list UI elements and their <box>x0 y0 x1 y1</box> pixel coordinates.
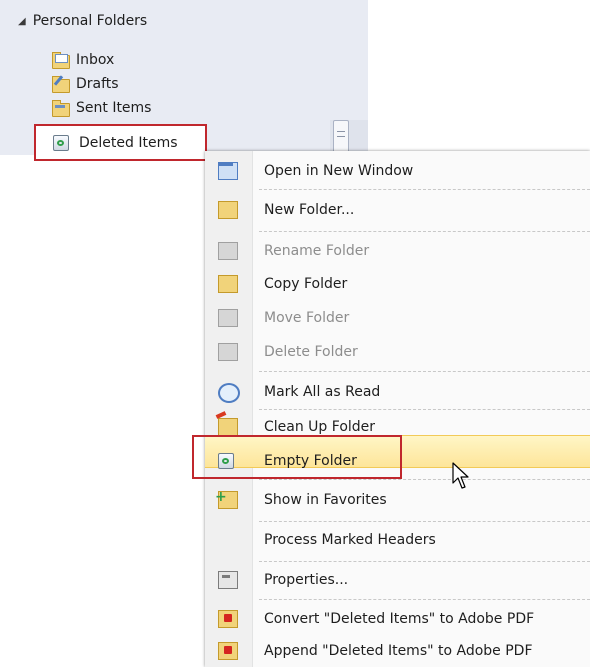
clean-up-icon <box>218 418 238 436</box>
menu-item-process-marked-headers[interactable]: Process Marked Headers <box>205 523 590 556</box>
tree-item-inbox[interactable]: Inbox <box>52 49 114 71</box>
menu-item-delete-folder: Delete Folder <box>205 335 590 368</box>
pdf-append-icon <box>218 642 238 660</box>
menu-item-properties[interactable]: Properties... <box>205 563 590 596</box>
menu-item-label: Rename Folder <box>264 242 370 259</box>
menu-separator <box>259 521 590 522</box>
menu-item-label: Delete Folder <box>264 343 358 360</box>
tree-item-label: Drafts <box>76 76 119 92</box>
new-window-icon <box>218 162 238 180</box>
menu-item-move-folder: Move Folder <box>205 301 590 334</box>
sent-items-icon <box>52 100 70 117</box>
pdf-convert-icon <box>218 610 238 628</box>
new-folder-icon <box>218 201 238 219</box>
menu-item-append-pdf[interactable]: Append "Deleted Items" to Adobe PDF <box>205 634 590 667</box>
scrollbar-thumb[interactable] <box>333 120 349 154</box>
menu-item-label: Append "Deleted Items" to Adobe PDF <box>264 642 533 659</box>
tree-item-sent-items[interactable]: Sent Items <box>52 97 151 119</box>
menu-item-show-in-favorites[interactable]: Show in Favorites <box>205 483 590 516</box>
tree-item-label: Deleted Items <box>79 134 178 151</box>
menu-separator <box>259 479 590 480</box>
properties-icon <box>218 571 238 589</box>
tree-item-label: Sent Items <box>76 100 152 116</box>
menu-item-new-folder[interactable]: New Folder... <box>205 193 590 226</box>
menu-item-rename-folder: Rename Folder <box>205 234 590 267</box>
tree-root-personal-folders[interactable]: ◢ Personal Folders <box>18 10 147 32</box>
menu-separator <box>259 561 590 562</box>
tree-item-deleted-items[interactable]: Deleted Items <box>34 124 207 161</box>
menu-item-convert-pdf[interactable]: Convert "Deleted Items" to Adobe PDF <box>205 602 590 635</box>
menu-item-label: Move Folder <box>264 309 350 326</box>
favorites-icon <box>215 491 238 509</box>
collapse-triangle-icon[interactable]: ◢ <box>18 16 26 27</box>
menu-item-label: New Folder... <box>264 201 355 218</box>
rename-folder-icon <box>218 242 238 260</box>
menu-separator <box>259 189 590 190</box>
tree-item-drafts[interactable]: Drafts <box>52 73 119 95</box>
menu-item-label: Clean Up Folder <box>264 418 376 435</box>
move-folder-icon <box>218 309 238 327</box>
mark-read-icon <box>218 383 240 403</box>
menu-item-copy-folder[interactable]: Copy Folder <box>205 267 590 300</box>
menu-separator <box>259 599 590 600</box>
menu-item-label: Mark All as Read <box>264 383 381 400</box>
menu-separator <box>259 231 590 232</box>
menu-item-label: Copy Folder <box>264 275 348 292</box>
context-menu: Open in New Window New Folder... Rename … <box>205 151 590 667</box>
empty-folder-callout-box <box>192 435 402 479</box>
deleted-items-icon <box>53 134 69 151</box>
menu-separator <box>259 371 590 372</box>
copy-folder-icon <box>218 275 238 293</box>
menu-item-label: Properties... <box>264 571 349 588</box>
mouse-cursor-icon <box>452 462 469 489</box>
menu-item-label: Open in New Window <box>264 162 414 179</box>
tree-item-label: Inbox <box>76 52 115 68</box>
drafts-icon <box>52 75 70 93</box>
delete-folder-icon <box>218 343 238 361</box>
menu-item-label: Process Marked Headers <box>264 531 436 548</box>
tree-root-label: Personal Folders <box>32 13 148 29</box>
menu-item-mark-all-read[interactable]: Mark All as Read <box>205 375 590 408</box>
menu-item-label: Convert "Deleted Items" to Adobe PDF <box>264 610 535 627</box>
menu-item-open-new-window[interactable]: Open in New Window <box>205 154 590 187</box>
menu-item-label: Show in Favorites <box>264 491 387 508</box>
inbox-icon <box>52 52 70 69</box>
